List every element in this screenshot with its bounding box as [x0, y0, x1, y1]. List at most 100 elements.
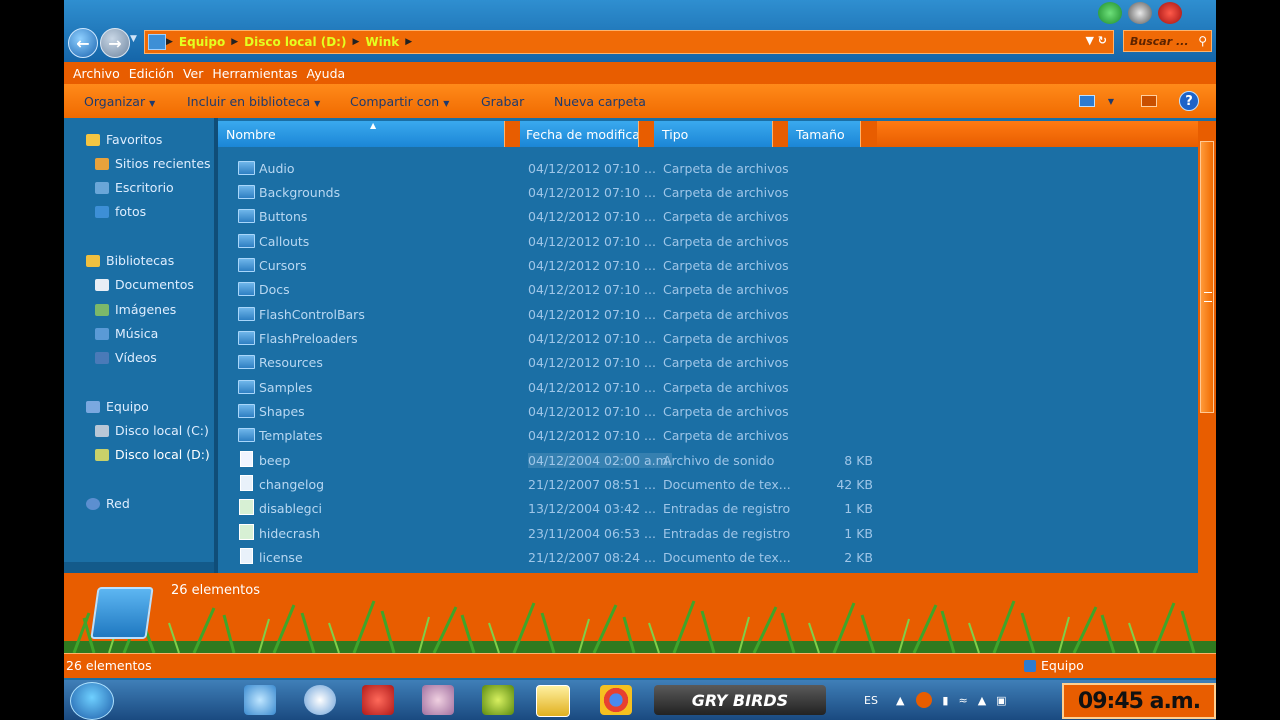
paint-tool-icon[interactable]: [422, 685, 454, 715]
folder-icon: [238, 428, 255, 442]
chrome-icon[interactable]: [600, 685, 632, 715]
list-item[interactable]: Samples 04/12/2012 07:10 ... Carpeta de ar…: [218, 375, 1198, 399]
file-date: 04/12/2012 07:10 ...: [528, 185, 656, 200]
battery-app-icon[interactable]: [482, 685, 514, 715]
column-divider[interactable]: [860, 121, 877, 147]
list-item[interactable]: Shapes 04/12/2012 07:10 ... Carpeta de arc…: [218, 399, 1198, 423]
list-item[interactable]: Templates 04/12/2012 07:10 ... Carpeta de …: [218, 423, 1198, 447]
address-bar[interactable]: ▶ Equipo ▶ Disco local (D:) ▶ Wink ▶ ▼ ↻: [144, 30, 1114, 54]
list-item[interactable]: Docs 04/12/2012 07:10 ... Carpeta de archi…: [218, 277, 1198, 301]
file-explorer-icon[interactable]: [536, 685, 570, 717]
nav-network[interactable]: Red: [86, 496, 130, 511]
breadcrumb-separator: ▶: [352, 37, 360, 47]
help-icon[interactable]: ?: [1179, 91, 1199, 111]
media-player-icon[interactable]: [304, 685, 336, 715]
share-button[interactable]: Compartir con ▼: [350, 94, 449, 109]
taskbar-clock[interactable]: 09:45 a.m.: [1062, 683, 1216, 719]
list-item[interactable]: Buttons 04/12/2012 07:10 ... Carpeta de ar…: [218, 204, 1198, 228]
nav-disk-d[interactable]: Disco local (D:): [95, 447, 210, 462]
nav-recent[interactable]: Sitios recientes: [95, 156, 211, 171]
file-name: Templates: [259, 428, 323, 443]
menu-edicion[interactable]: Edición: [129, 66, 174, 81]
file-name: Backgrounds: [259, 185, 341, 200]
forward-button[interactable]: →: [100, 28, 130, 58]
list-item[interactable]: beep 04/12/2004 02:00 a.m. Archivo de soni…: [218, 448, 1198, 472]
breadcrumb-disk-d[interactable]: Disco local (D:): [244, 35, 346, 49]
list-item[interactable]: FlashControlBars 04/12/2012 07:10 ... Carp…: [218, 302, 1198, 326]
preview-pane-icon[interactable]: [1138, 91, 1160, 111]
nav-photos[interactable]: fotos: [95, 204, 146, 219]
nav-documents[interactable]: Documentos: [95, 277, 194, 292]
column-size[interactable]: Tamaño: [788, 121, 860, 147]
list-item[interactable]: disablegci 13/12/2004 03:42 ... Entradas d…: [218, 496, 1198, 520]
list-item[interactable]: changelog 21/12/2007 08:51 ... Documento d…: [218, 472, 1198, 496]
power-icon[interactable]: ▣: [996, 694, 1006, 707]
nav-computer[interactable]: Equipo: [86, 399, 149, 414]
list-item[interactable]: hidecrash 23/11/2004 06:53 ... Entradas de…: [218, 521, 1198, 545]
angry-birds-taskbar-item[interactable]: GRY BIRDS: [654, 685, 826, 715]
disk-drive-icon: [95, 424, 109, 437]
column-divider[interactable]: [504, 121, 521, 147]
history-dropdown-icon[interactable]: ▼: [130, 34, 137, 44]
file-size: 1 KB: [844, 501, 873, 516]
file-name: Audio: [259, 161, 295, 176]
radio-icon[interactable]: [362, 685, 394, 715]
nav-images[interactable]: Imágenes: [95, 302, 176, 317]
show-hidden-icons-icon[interactable]: ▲: [896, 694, 904, 707]
list-item[interactable]: Backgrounds 04/12/2012 07:10 ... Carpeta d…: [218, 180, 1198, 204]
nav-disk-d-label: Disco local (D:): [115, 447, 210, 462]
column-divider[interactable]: [772, 121, 789, 147]
column-divider[interactable]: [638, 121, 655, 147]
list-item[interactable]: Audio 04/12/2012 07:10 ... Carpeta de arch…: [218, 156, 1198, 180]
back-button[interactable]: ←: [68, 28, 98, 58]
device-icon[interactable]: ▮: [942, 694, 948, 707]
list-item[interactable]: Resources 04/12/2012 07:10 ... Carpeta de …: [218, 350, 1198, 374]
network-tray-icon[interactable]: ≈: [958, 694, 967, 707]
file-type: Carpeta de archivos: [663, 380, 789, 395]
new-folder-button[interactable]: Nueva carpeta: [554, 94, 646, 109]
angry-bird-icon[interactable]: [1158, 2, 1182, 24]
nav-desktop[interactable]: Escritorio: [95, 180, 174, 195]
list-item[interactable]: Cursors 04/12/2012 07:10 ... Carpeta de ar…: [218, 253, 1198, 277]
mouse-character-icon[interactable]: [1128, 2, 1152, 24]
list-item[interactable]: FlashPreloaders 04/12/2012 07:10 ... Carpe…: [218, 326, 1198, 350]
app-icon[interactable]: [244, 685, 276, 715]
money-icon[interactable]: [1098, 2, 1122, 24]
nav-music[interactable]: Música: [95, 326, 158, 341]
burn-button[interactable]: Grabar: [481, 94, 524, 109]
organize-label: Organizar: [84, 94, 146, 109]
breadcrumb-equipo[interactable]: Equipo: [179, 35, 225, 49]
menu-herramientas[interactable]: Herramientas: [212, 66, 297, 81]
nav-libraries[interactable]: Bibliotecas: [86, 253, 174, 268]
nav-videos[interactable]: Vídeos: [95, 350, 157, 365]
file-type: Carpeta de archivos: [663, 355, 789, 370]
refresh-icon[interactable]: ▼ ↻: [1085, 34, 1107, 47]
vertical-scrollbar[interactable]: [1198, 121, 1216, 573]
menu-ver[interactable]: Ver: [183, 66, 203, 81]
computer-icon: [86, 400, 100, 413]
volume-icon[interactable]: ▲: [978, 694, 986, 707]
list-item[interactable]: license 21/12/2007 08:24 ... Documento de …: [218, 545, 1198, 569]
breadcrumb-wink[interactable]: Wink: [365, 35, 399, 49]
nav-favorites[interactable]: Favoritos: [86, 132, 162, 147]
language-indicator[interactable]: ES: [864, 694, 878, 707]
include-library-button[interactable]: Incluir en biblioteca ▼: [187, 94, 320, 109]
menu-ayuda[interactable]: Ayuda: [307, 66, 346, 81]
nav-disk-c[interactable]: Disco local (C:): [95, 423, 209, 438]
search-input[interactable]: Buscar ... ⚲: [1123, 30, 1212, 52]
registry-file-icon: [239, 499, 254, 515]
organize-button[interactable]: Organizar ▼: [84, 94, 155, 109]
menu-archivo[interactable]: Archivo: [73, 66, 120, 81]
pictures-icon: [95, 303, 109, 316]
file-date: 04/12/2012 07:10 ...: [528, 404, 656, 419]
column-name[interactable]: Nombre ▲: [218, 121, 504, 147]
view-dropdown-icon[interactable]: ▼: [1100, 91, 1122, 111]
scrollbar-thumb[interactable]: [1200, 141, 1214, 413]
column-date[interactable]: Fecha de modifica...: [520, 121, 638, 147]
alert-icon[interactable]: [916, 692, 933, 708]
column-type[interactable]: Tipo: [654, 121, 772, 147]
start-button[interactable]: [70, 682, 114, 720]
change-view-icon[interactable]: [1076, 91, 1098, 111]
list-item[interactable]: Callouts 04/12/2012 07:10 ... Carpeta de a…: [218, 229, 1198, 253]
search-icon[interactable]: ⚲: [1198, 34, 1207, 48]
